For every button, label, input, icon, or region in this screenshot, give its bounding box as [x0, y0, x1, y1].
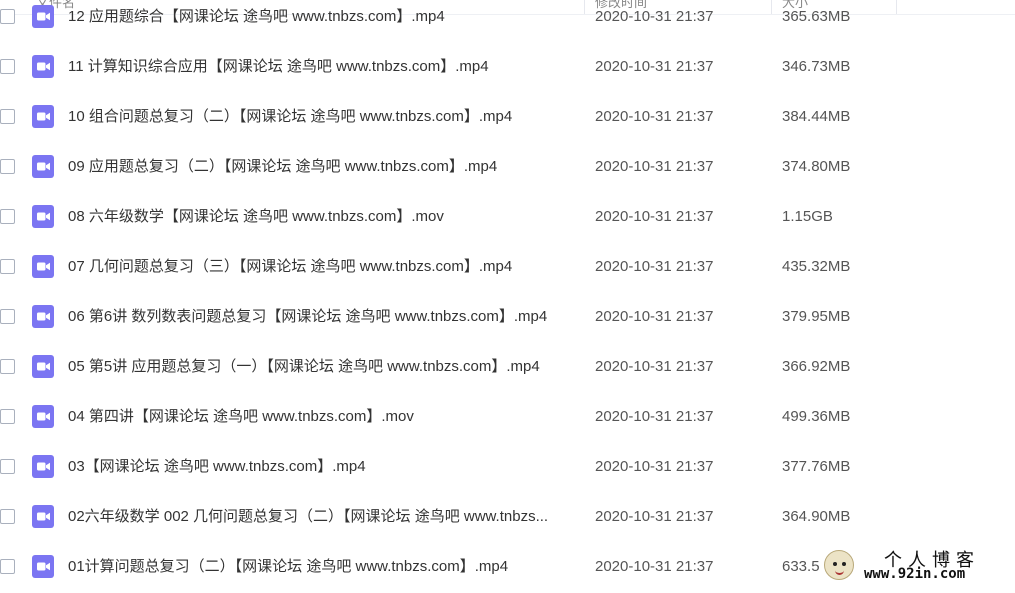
video-file-icon [32, 255, 54, 278]
video-file-icon [32, 455, 54, 478]
file-modified-date: 2020-10-31 21:37 [595, 558, 714, 575]
file-modified-date: 2020-10-31 21:37 [595, 508, 714, 525]
row-checkbox[interactable] [0, 159, 15, 174]
file-size: 384.44MB [782, 108, 851, 125]
file-list: 12 应用题综合【网课论坛 途鸟吧 www.tnbzs.com】.mp4 2020… [0, 0, 1015, 593]
file-row[interactable]: 04 第四讲【网课论坛 途鸟吧 www.tnbzs.com】.mov 2020-1… [0, 393, 1015, 443]
row-checkbox[interactable] [0, 9, 15, 24]
file-size: 633.5 [782, 558, 820, 575]
file-modified-date: 2020-10-31 21:37 [595, 308, 714, 325]
watermark-url: www.92in.com [864, 566, 966, 582]
file-row[interactable]: 03【网课论坛 途鸟吧 www.tnbzs.com】.mp4 2020-10-31… [0, 443, 1015, 493]
file-name[interactable]: 02六年级数学 002 几何问题总复习（二）【网课论坛 途鸟吧 www.tnbz… [68, 507, 578, 527]
file-row[interactable]: 02六年级数学 002 几何问题总复习（二）【网课论坛 途鸟吧 www.tnbz… [0, 493, 1015, 543]
row-checkbox[interactable] [0, 359, 15, 374]
video-file-icon [32, 155, 54, 178]
file-modified-date: 2020-10-31 21:37 [595, 458, 714, 475]
video-file-icon [32, 105, 54, 128]
blog-watermark: 个人博客 www.92in.com [822, 544, 1015, 586]
file-row[interactable]: 05 第5讲 应用题总复习（一）【网课论坛 途鸟吧 www.tnbzs.com】… [0, 343, 1015, 393]
file-modified-date: 2020-10-31 21:37 [595, 8, 714, 25]
file-name[interactable]: 05 第5讲 应用题总复习（一）【网课论坛 途鸟吧 www.tnbzs.com】… [68, 357, 578, 377]
video-file-icon [32, 405, 54, 428]
file-row[interactable]: 06 第6讲 数列数表问题总复习【网课论坛 途鸟吧 www.tnbzs.com】… [0, 293, 1015, 343]
file-size: 365.63MB [782, 8, 851, 25]
file-size: 377.76MB [782, 458, 851, 475]
video-file-icon [32, 305, 54, 328]
row-checkbox[interactable] [0, 459, 15, 474]
file-name[interactable]: 04 第四讲【网课论坛 途鸟吧 www.tnbzs.com】.mov [68, 407, 578, 427]
file-row[interactable]: 10 组合问题总复习（二）【网课论坛 途鸟吧 www.tnbzs.com】.mp… [0, 93, 1015, 143]
video-file-icon [32, 55, 54, 78]
row-checkbox[interactable] [0, 259, 15, 274]
file-size: 1.15GB [782, 208, 833, 225]
row-checkbox[interactable] [0, 209, 15, 224]
file-name[interactable]: 08 六年级数学【网课论坛 途鸟吧 www.tnbzs.com】.mov [68, 207, 578, 227]
row-checkbox[interactable] [0, 509, 15, 524]
file-row[interactable]: 12 应用题综合【网课论坛 途鸟吧 www.tnbzs.com】.mp4 2020… [0, 0, 1015, 43]
file-row[interactable]: 09 应用题总复习（二）【网课论坛 途鸟吧 www.tnbzs.com】.mp4… [0, 143, 1015, 193]
file-size: 435.32MB [782, 258, 851, 275]
row-checkbox[interactable] [0, 109, 15, 124]
video-file-icon [32, 205, 54, 228]
file-name[interactable]: 11 计算知识综合应用【网课论坛 途鸟吧 www.tnbzs.com】.mp4 [68, 57, 578, 77]
file-name[interactable]: 09 应用题总复习（二）【网课论坛 途鸟吧 www.tnbzs.com】.mp4 [68, 157, 578, 177]
file-name[interactable]: 07 几何问题总复习（三）【网课论坛 途鸟吧 www.tnbzs.com】.mp… [68, 257, 578, 277]
file-row[interactable]: 11 计算知识综合应用【网课论坛 途鸟吧 www.tnbzs.com】.mp4 2… [0, 43, 1015, 93]
file-row[interactable]: 07 几何问题总复习（三）【网课论坛 途鸟吧 www.tnbzs.com】.mp… [0, 243, 1015, 293]
avatar-icon [824, 550, 854, 580]
file-size: 366.92MB [782, 358, 851, 375]
file-size: 374.80MB [782, 158, 851, 175]
file-size: 346.73MB [782, 58, 851, 75]
video-file-icon [32, 355, 54, 378]
row-checkbox[interactable] [0, 559, 15, 574]
file-name[interactable]: 06 第6讲 数列数表问题总复习【网课论坛 途鸟吧 www.tnbzs.com】… [68, 307, 578, 327]
file-modified-date: 2020-10-31 21:37 [595, 258, 714, 275]
file-modified-date: 2020-10-31 21:37 [595, 108, 714, 125]
file-size: 364.90MB [782, 508, 851, 525]
file-modified-date: 2020-10-31 21:37 [595, 158, 714, 175]
file-size: 499.36MB [782, 408, 851, 425]
video-file-icon [32, 5, 54, 28]
file-name[interactable]: 10 组合问题总复习（二）【网课论坛 途鸟吧 www.tnbzs.com】.mp… [68, 107, 578, 127]
row-checkbox[interactable] [0, 409, 15, 424]
file-name[interactable]: 03【网课论坛 途鸟吧 www.tnbzs.com】.mp4 [68, 457, 578, 477]
file-name[interactable]: 12 应用题综合【网课论坛 途鸟吧 www.tnbzs.com】.mp4 [68, 7, 578, 27]
file-modified-date: 2020-10-31 21:37 [595, 58, 714, 75]
row-checkbox[interactable] [0, 59, 15, 74]
file-modified-date: 2020-10-31 21:37 [595, 408, 714, 425]
file-modified-date: 2020-10-31 21:37 [595, 208, 714, 225]
file-modified-date: 2020-10-31 21:37 [595, 358, 714, 375]
file-row[interactable]: 08 六年级数学【网课论坛 途鸟吧 www.tnbzs.com】.mov 2020… [0, 193, 1015, 243]
file-name[interactable]: 01计算问题总复习（二）【网课论坛 途鸟吧 www.tnbzs.com】.mp4 [68, 557, 578, 577]
video-file-icon [32, 505, 54, 528]
row-checkbox[interactable] [0, 309, 15, 324]
video-file-icon [32, 555, 54, 578]
file-size: 379.95MB [782, 308, 851, 325]
